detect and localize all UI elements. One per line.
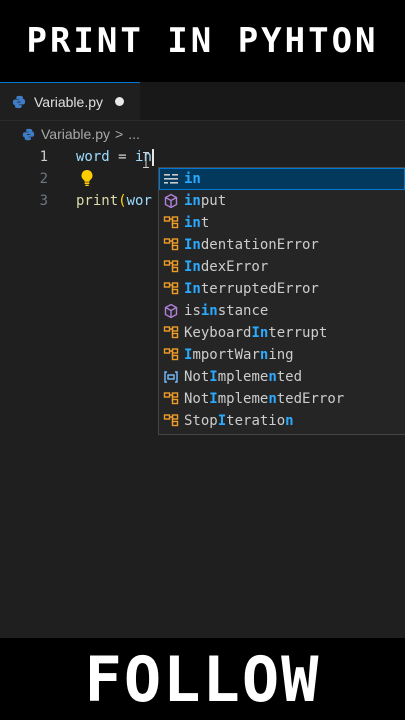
keyword-icon bbox=[163, 171, 179, 187]
python-file-icon bbox=[22, 128, 35, 140]
bottom-banner: FOLLOW bbox=[0, 638, 405, 720]
suggestion-item[interactable]: ImportWarning bbox=[159, 344, 405, 366]
suggestion-item[interactable]: InterruptedError bbox=[159, 278, 405, 300]
suggestion-label: KeyboardInterrupt bbox=[184, 325, 328, 341]
bottom-banner-text: FOLLOW bbox=[84, 642, 321, 716]
operator-token: = bbox=[109, 149, 136, 165]
suggestion-item[interactable]: StopIteration bbox=[159, 410, 405, 432]
top-banner: PRINT IN PYHTON bbox=[0, 0, 405, 82]
class-icon bbox=[163, 215, 179, 231]
suggestion-label: NotImplemented bbox=[184, 369, 303, 385]
method-icon bbox=[163, 303, 179, 319]
suggestion-label: ImportWarning bbox=[184, 347, 294, 363]
suggestion-item[interactable]: KeyboardInterrupt bbox=[159, 322, 405, 344]
class-icon bbox=[163, 237, 179, 253]
suggestion-label: isinstance bbox=[184, 303, 269, 319]
suggestion-item[interactable]: NotImplementedError bbox=[159, 388, 405, 410]
line-number: 3 bbox=[39, 193, 48, 209]
tab-variable-py[interactable]: Variable.py bbox=[0, 82, 140, 120]
line-number: 2 bbox=[39, 171, 48, 187]
suggestion-label: IndexError bbox=[184, 259, 269, 275]
suggestion-label: InterruptedError bbox=[184, 281, 319, 297]
suggestion-label: StopIteration bbox=[184, 413, 294, 429]
variable-icon bbox=[163, 369, 179, 385]
code-line-1[interactable]: 1 word = in bbox=[0, 146, 405, 168]
tab-filename: Variable.py bbox=[34, 93, 104, 110]
breadcrumb-separator: > bbox=[115, 126, 124, 142]
suggestion-item[interactable]: isinstance bbox=[159, 300, 405, 322]
autocomplete-widget[interactable]: in input int IndentationError IndexError Inte… bbox=[158, 167, 405, 435]
paren-token: ( bbox=[118, 193, 127, 209]
suggestion-label: NotImplementedError bbox=[184, 391, 345, 407]
breadcrumb-more[interactable]: ... bbox=[128, 126, 140, 142]
python-file-icon bbox=[12, 95, 26, 108]
variable-token: word bbox=[76, 149, 110, 165]
suggestion-item[interactable]: NotImplemented bbox=[159, 366, 405, 388]
method-icon bbox=[163, 193, 179, 209]
suggestion-label: IndentationError bbox=[184, 237, 319, 253]
suggestion-item[interactable]: IndentationError bbox=[159, 234, 405, 256]
suggestion-label: in bbox=[184, 171, 201, 187]
suggestion-item[interactable]: in bbox=[159, 168, 405, 190]
unsaved-dot-icon[interactable] bbox=[115, 97, 125, 106]
suggestion-item[interactable]: int bbox=[159, 212, 405, 234]
lightbulb-icon[interactable] bbox=[80, 169, 94, 187]
function-token: print bbox=[76, 193, 119, 209]
top-banner-text: PRINT IN PYHTON bbox=[26, 21, 379, 61]
class-icon bbox=[163, 413, 179, 429]
suggestion-item[interactable]: IndexError bbox=[159, 256, 405, 278]
class-icon bbox=[163, 281, 179, 297]
mouse-ibeam-icon bbox=[143, 152, 149, 168]
class-icon bbox=[163, 391, 179, 407]
text-cursor bbox=[151, 148, 154, 166]
argument-token: wor bbox=[126, 193, 152, 209]
breadcrumb-file[interactable]: Variable.py bbox=[41, 126, 110, 142]
suggestion-label: int bbox=[184, 215, 210, 231]
class-icon bbox=[163, 325, 179, 341]
code-editor[interactable]: Variable.py Variable.py > ... 1 word = i… bbox=[0, 82, 405, 638]
suggestion-label: input bbox=[184, 193, 227, 209]
class-icon bbox=[163, 259, 179, 275]
suggestion-item[interactable]: input bbox=[159, 190, 405, 212]
class-icon bbox=[163, 347, 179, 363]
code-text: print(wor bbox=[76, 190, 152, 212]
line-number: 1 bbox=[39, 149, 48, 165]
tab-bar: Variable.py bbox=[0, 82, 405, 121]
breadcrumb: Variable.py > ... bbox=[0, 122, 405, 146]
